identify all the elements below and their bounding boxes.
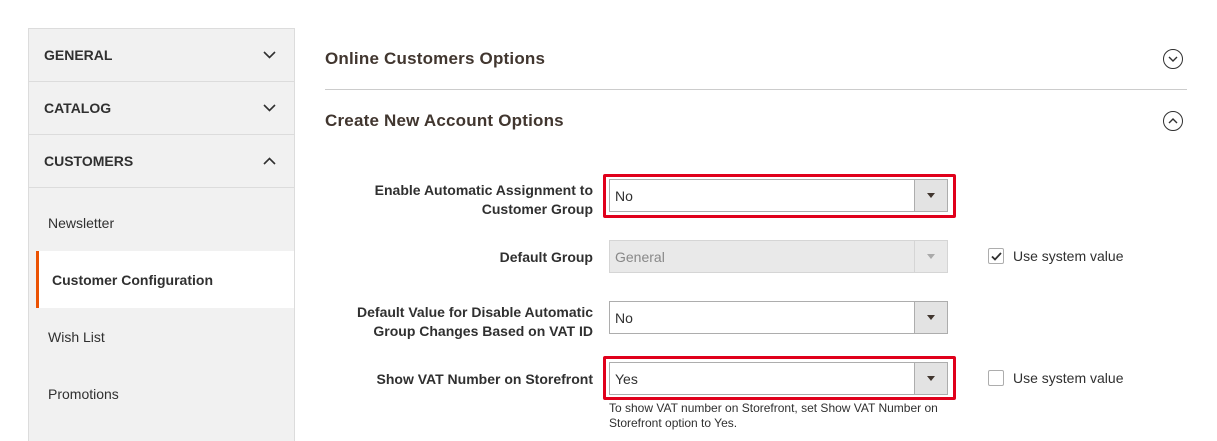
sidebar-item-promotions[interactable]: Promotions [29, 365, 294, 422]
checkbox-unchecked[interactable] [988, 370, 1004, 386]
group-title: Online Customers Options [325, 48, 546, 68]
field-label: Enable Automatic Assignment to Customer … [374, 182, 593, 217]
dropdown-arrow-icon [914, 180, 947, 211]
chevron-up-icon [262, 154, 276, 168]
group-create-account[interactable]: Create New Account Options [325, 90, 1187, 152]
sidebar-item-customer-configuration[interactable]: Customer Configuration [36, 251, 294, 308]
dropdown-arrow-icon [914, 241, 947, 272]
use-system-label: Use system value [1013, 248, 1124, 264]
show-vat-select[interactable]: Yes [609, 362, 948, 395]
section-customers-label: CUSTOMERS [44, 153, 134, 169]
sidebar-item-wish-list[interactable]: Wish List [29, 308, 294, 365]
dropdown-arrow-icon [914, 363, 947, 394]
sidebar-item-newsletter[interactable]: Newsletter [29, 194, 294, 251]
dropdown-arrow-icon [914, 302, 947, 333]
sidebar-item-label: Wish List [48, 328, 105, 345]
show-vat-note: To show VAT number on Storefront, set Sh… [609, 401, 938, 430]
section-catalog[interactable]: CATALOG [29, 82, 294, 135]
check-icon [990, 251, 1002, 261]
default-group-use-system[interactable]: Use system value [988, 248, 1123, 264]
field-label: Default Value for Disable Automatic Grou… [357, 304, 593, 339]
select-value: No [615, 309, 633, 326]
checkbox-checked[interactable] [988, 248, 1004, 264]
sidebar-item-label: Promotions [48, 385, 119, 402]
select-value: General [615, 248, 665, 265]
auto-assign-select[interactable]: No [609, 179, 948, 212]
field-label: Default Group [499, 249, 593, 265]
sidebar-item-label: Newsletter [48, 214, 115, 231]
chevron-down-icon [262, 101, 276, 115]
show-vat-use-system[interactable]: Use system value [988, 370, 1123, 386]
field-label: Show VAT Number on Storefront [376, 371, 593, 387]
collapse-icon[interactable] [1163, 111, 1183, 131]
use-system-label: Use system value [1013, 370, 1124, 386]
group-title: Create New Account Options [325, 111, 564, 130]
customers-nav-list: Newsletter Customer Configuration Wish L… [29, 188, 294, 422]
expand-icon[interactable] [1163, 48, 1183, 69]
group-online-customers[interactable]: Online Customers Options [325, 28, 1187, 90]
config-main: Online Customers Options Create New Acco… [325, 28, 1187, 152]
section-catalog-label: CATALOG [44, 100, 112, 116]
section-customers[interactable]: CUSTOMERS [29, 135, 294, 188]
select-value: No [615, 187, 633, 204]
section-general-label: GENERAL [44, 47, 113, 63]
chevron-down-icon [262, 48, 276, 62]
vat-disable-select[interactable]: No [609, 301, 948, 334]
select-value: Yes [615, 370, 638, 387]
config-sidebar: GENERAL CATALOG CUSTOMERS Newsletter Cus… [28, 28, 295, 441]
sidebar-item-label: Customer Configuration [52, 271, 213, 288]
section-general[interactable]: GENERAL [29, 29, 294, 82]
default-group-select: General [609, 240, 948, 273]
